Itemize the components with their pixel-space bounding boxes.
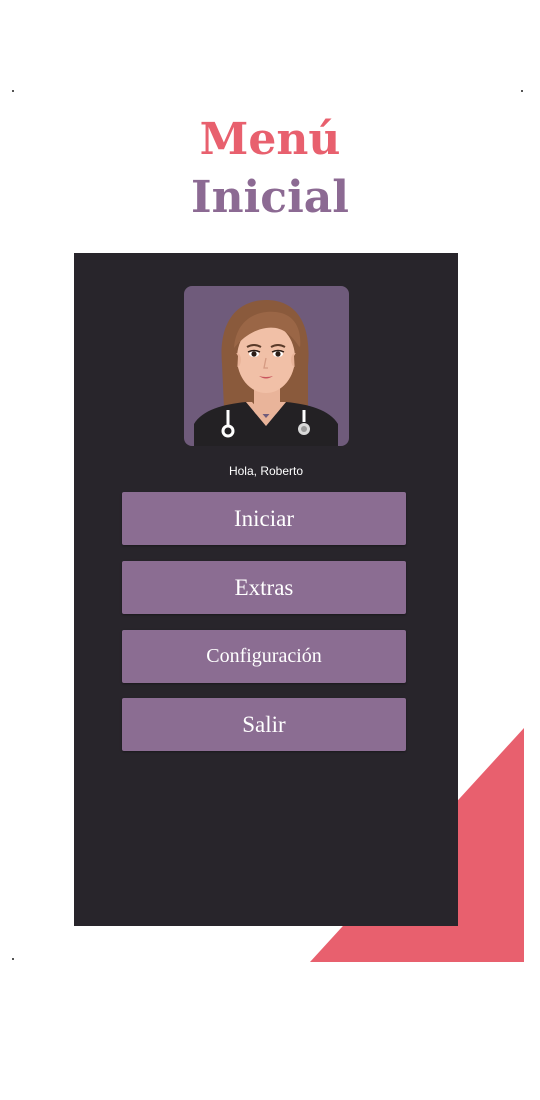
menu-panel: Hola, Roberto Iniciar Extras Configuraci… xyxy=(74,253,458,926)
corner-mark-top-right xyxy=(521,90,523,92)
corner-mark-top-left xyxy=(12,90,14,92)
female-doctor-avatar-icon xyxy=(194,300,338,446)
page-title-line-1: Menú xyxy=(199,114,341,165)
greeting-text: Hola, Roberto xyxy=(228,464,304,478)
page-title-line-2: Inicial xyxy=(190,172,350,223)
corner-mark-bottom-left xyxy=(12,958,14,960)
settings-button[interactable]: Configuración xyxy=(122,630,406,683)
start-button[interactable]: Iniciar xyxy=(122,492,406,545)
avatar xyxy=(184,286,349,446)
exit-button[interactable]: Salir xyxy=(122,698,406,751)
extras-button[interactable]: Extras xyxy=(122,561,406,614)
